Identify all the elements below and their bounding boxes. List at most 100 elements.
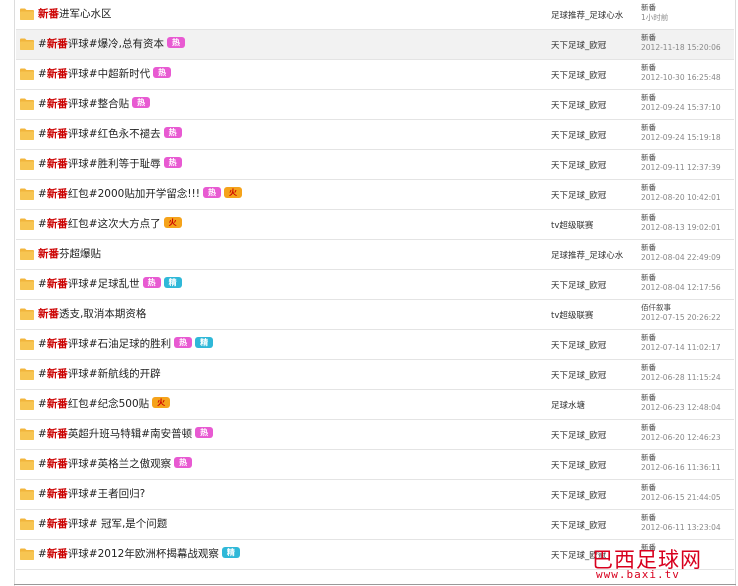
thread-title-link[interactable]: #新番评球#胜利等于耻辱热 [38, 157, 182, 171]
thread-author-link[interactable]: 新番 [641, 123, 721, 133]
thread-row[interactable]: #新番评球# 冠军,是个问题 天下足球_欧冠 新番 2012-06-11 13:23:… [16, 510, 734, 540]
thread-forum-link[interactable]: 足球水塘 [551, 399, 585, 411]
thread-row[interactable]: 新番芬超爆贴 足球推荐_足球心水 新番 2012-08-04 22:49:09 [16, 240, 734, 270]
thread-row[interactable]: #新番红包#这次大方点了火 tv超级联赛 新番 2012-08-13 19:02:01 [16, 210, 734, 240]
folder-icon [20, 158, 34, 170]
thread-row[interactable]: #新番评球#石油足球的胜利热精天下足球_欧冠 新番 2012-07-14 11:02… [16, 330, 734, 360]
thread-row[interactable]: 新番透支,取消本期资格 tv超级联赛 佰仟叙事 2012-07-15 20:26:22 [16, 300, 734, 330]
thread-title-text: 红包#纪念500贴 [67, 398, 150, 410]
thread-author-link[interactable]: 新番 [641, 273, 721, 283]
thread-tag: 新番 [38, 8, 59, 20]
thread-title-text: 评球#英格兰之傲观察 [67, 458, 172, 470]
thread-forum-link[interactable]: tv超级联赛 [551, 219, 593, 231]
thread-author-link[interactable]: 新番 [641, 363, 721, 373]
thread-forum-link[interactable]: 天下足球_欧冠 [551, 429, 606, 441]
thread-meta: 佰仟叙事 2012-07-15 20:26:22 [641, 303, 721, 323]
thread-author-link[interactable]: 新番 [641, 423, 721, 433]
thread-title-link[interactable]: #新番评球#石油足球的胜利热精 [38, 337, 214, 351]
thread-row[interactable]: #新番评球#爆冷,总有资本热天下足球_欧冠 新番 2012-11-18 15:20:… [16, 30, 734, 60]
thread-forum-link[interactable]: 天下足球_欧冠 [551, 69, 606, 81]
thread-author-link[interactable]: 新番 [641, 183, 721, 193]
thread-forum-link[interactable]: 天下足球_欧冠 [551, 99, 606, 111]
thread-row[interactable]: 新番进军心水区 足球推荐_足球心水 新番 1小时前 [16, 0, 734, 30]
thread-forum-link[interactable]: 足球推荐_足球心水 [551, 249, 623, 261]
thread-author-link[interactable]: 新番 [641, 153, 721, 163]
thread-forum-link[interactable]: tv超级联赛 [551, 309, 593, 321]
thread-title-text: 评球#2012年欧洲杯揭幕战观察 [67, 548, 219, 560]
thread-timestamp: 2012-06-23 12:48:04 [641, 403, 721, 412]
hot-badge-icon: 热 [142, 277, 161, 288]
thread-forum-link[interactable]: 足球推荐_足球心水 [551, 9, 623, 21]
thread-row[interactable]: #新番评球#胜利等于耻辱热 天下足球_欧冠 新番 2012-09-11 12:37:3… [16, 150, 734, 180]
thread-author-link[interactable]: 新番 [641, 333, 721, 343]
thread-title-text: 评球#爆冷,总有资本 [67, 38, 164, 50]
thread-author-link[interactable]: 新番 [641, 63, 721, 73]
thread-author-link[interactable]: 新番 [641, 513, 721, 523]
thread-meta: 新番 2012-06-16 11:36:11 [641, 453, 721, 473]
thread-title-link[interactable]: #新番评球#王者回归? [38, 487, 145, 501]
thread-title-link[interactable]: #新番红包#这次大方点了火 [38, 217, 182, 231]
bottom-divider [14, 584, 736, 585]
thread-forum-link[interactable]: 天下足球_欧冠 [551, 129, 606, 141]
thread-title-link[interactable]: #新番评球#整合贴热 [38, 97, 151, 111]
thread-author-link[interactable]: 新番 [641, 33, 721, 43]
thread-title-link[interactable]: 新番进军心水区 [38, 7, 112, 21]
thread-row[interactable]: #新番评球#新航线的开辟 天下足球_欧冠 新番 2012-06-28 11:15:24 [16, 360, 734, 390]
thread-timestamp: 2012-09-11 12:37:39 [641, 163, 721, 172]
thread-author-link[interactable]: 新番 [641, 93, 721, 103]
folder-icon [20, 278, 34, 290]
thread-title-link[interactable]: #新番评球#英格兰之傲观察热 [38, 457, 193, 471]
thread-row[interactable]: #新番红包#纪念500贴火 足球水塘 新番 2012-06-23 12:48:04 [16, 390, 734, 420]
thread-tag: 新番 [46, 458, 68, 470]
folder-icon [20, 68, 34, 80]
thread-title-text: 评球# 冠军,是个问题 [67, 518, 168, 530]
folder-icon [20, 38, 34, 50]
thread-forum-link[interactable]: 天下足球_欧冠 [551, 489, 606, 501]
thread-title-link[interactable]: #新番红包#纪念500贴火 [38, 397, 171, 411]
thread-author-link[interactable]: 新番 [641, 3, 668, 13]
jing-badge-icon: 精 [195, 337, 214, 348]
thread-author-link[interactable]: 新番 [641, 393, 721, 403]
thread-row[interactable]: #新番评球#中超新时代热天下足球_欧冠 新番 2012-10-30 16:25:48 [16, 60, 734, 90]
thread-row[interactable]: #新番评球#红色永不褪去热天下足球_欧冠 新番 2012-09-24 15:19:1… [16, 120, 734, 150]
thread-title-link[interactable]: 新番透支,取消本期资格 [38, 307, 146, 321]
thread-author-link[interactable]: 新番 [641, 213, 721, 223]
thread-forum-link[interactable]: 天下足球_欧冠 [551, 39, 606, 51]
thread-title-link[interactable]: #新番评球#新航线的开辟 [38, 367, 161, 381]
thread-hash-prefix: # [38, 368, 47, 380]
thread-author-link[interactable]: 新番 [641, 453, 721, 463]
thread-row[interactable]: #新番英超升班马特辑#南安普顿热天下足球_欧冠 新番 2012-06-20 12:4… [16, 420, 734, 450]
thread-forum-link[interactable]: 天下足球_欧冠 [551, 459, 606, 471]
thread-meta: 新番 2012-08-13 19:02:01 [641, 213, 721, 233]
thread-title-link[interactable]: #新番红包#2000贴加开学留念!!! 热火 [38, 187, 242, 201]
hot-badge-icon: 热 [195, 427, 214, 438]
thread-forum-link[interactable]: 天下足球_欧冠 [551, 339, 606, 351]
thread-list: 新番进军心水区 足球推荐_足球心水 新番 1小时前 #新番评球#爆冷,总有资本热天下足球… [16, 0, 734, 570]
thread-tag: 新番 [38, 308, 59, 320]
thread-title-link[interactable]: #新番评球#中超新时代热 [38, 67, 172, 81]
thread-title-link[interactable]: 新番芬超爆贴 [38, 247, 101, 261]
thread-row[interactable]: #新番评球#整合贴热天下足球_欧冠 新番 2012-09-24 15:37:10 [16, 90, 734, 120]
thread-row[interactable]: #新番评球#英格兰之傲观察热天下足球_欧冠 新番 2012-06-16 11:36:… [16, 450, 734, 480]
thread-hash-prefix: # [38, 398, 47, 410]
thread-timestamp: 2012-06-16 11:36:11 [641, 463, 721, 472]
thread-meta: 新番 2012-08-04 22:49:09 [641, 243, 721, 263]
thread-row[interactable]: #新番评球#王者回归? 天下足球_欧冠 新番 2012-06-15 21:44:05 [16, 480, 734, 510]
thread-forum-link[interactable]: 天下足球_欧冠 [551, 519, 606, 531]
thread-title-link[interactable]: #新番评球#足球乱世热精 [38, 277, 182, 291]
thread-author-link[interactable]: 新番 [641, 483, 721, 493]
thread-forum-link[interactable]: 天下足球_欧冠 [551, 369, 606, 381]
thread-row[interactable]: #新番红包#2000贴加开学留念!!! 热火天下足球_欧冠 新番 2012-08-20… [16, 180, 734, 210]
thread-title-link[interactable]: #新番评球#爆冷,总有资本热 [38, 37, 185, 51]
fire-badge-icon: 火 [163, 217, 182, 228]
thread-author-link[interactable]: 新番 [641, 243, 721, 253]
thread-title-link[interactable]: #新番英超升班马特辑#南安普顿热 [38, 427, 214, 441]
thread-title-link[interactable]: #新番评球# 冠军,是个问题 [38, 517, 167, 531]
thread-forum-link[interactable]: 天下足球_欧冠 [551, 159, 606, 171]
thread-title-link[interactable]: #新番评球#2012年欧洲杯揭幕战观察精 [38, 547, 240, 561]
thread-forum-link[interactable]: 天下足球_欧冠 [551, 279, 606, 291]
thread-author-link[interactable]: 佰仟叙事 [641, 303, 721, 313]
thread-forum-link[interactable]: 天下足球_欧冠 [551, 189, 606, 201]
thread-title-link[interactable]: #新番评球#红色永不褪去热 [38, 127, 182, 141]
thread-row[interactable]: #新番评球#足球乱世热精天下足球_欧冠 新番 2012-08-04 12:17:56 [16, 270, 734, 300]
